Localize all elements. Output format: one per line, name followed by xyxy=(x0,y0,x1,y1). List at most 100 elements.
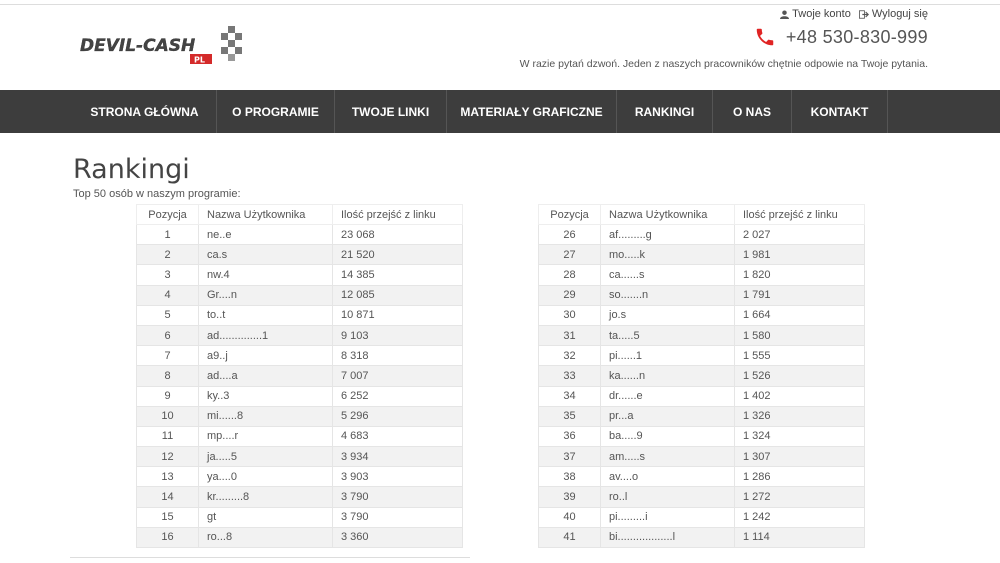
column-header-clicks: Ilość przejść z linku xyxy=(332,204,463,225)
cell-clicks: 9 103 xyxy=(332,324,463,347)
column-header-clicks: Ilość przejść z linku xyxy=(734,204,865,225)
column-header-position: Pozycja xyxy=(136,204,199,225)
phone-icon xyxy=(756,28,774,46)
table-row: 28 ca......s 1 820 xyxy=(538,264,865,286)
cell-position: 16 xyxy=(136,526,199,549)
ranking-table-right: Pozycja Nazwa Użytkownika Ilość przejść … xyxy=(538,204,865,549)
account-link[interactable]: Twoje konto xyxy=(780,8,851,20)
cell-clicks: 3 903 xyxy=(332,466,463,488)
cell-username: ad....a xyxy=(198,365,333,387)
table-row: 1 ne..e 23 068 xyxy=(136,223,463,246)
logout-link[interactable]: Wyloguj się xyxy=(858,8,928,20)
cell-username: mi......8 xyxy=(198,405,333,427)
table-row: 40 pi.........i 1 242 xyxy=(538,506,865,528)
cell-position: 36 xyxy=(538,425,601,448)
cell-clicks: 6 252 xyxy=(332,385,463,407)
table-row: 29 so.......n 1 791 xyxy=(538,284,865,306)
cell-clicks: 3 360 xyxy=(332,526,463,549)
cell-username: av....o xyxy=(600,466,735,488)
table-row: 12 ja.....5 3 934 xyxy=(136,446,463,468)
cell-username: gt xyxy=(198,506,333,528)
table-row: 13 ya....0 3 903 xyxy=(136,466,463,488)
table-row: 31 ta.....5 1 580 xyxy=(538,324,865,347)
cell-username: dr......e xyxy=(600,385,735,407)
cell-position: 30 xyxy=(538,304,601,326)
cell-username: mo.....k xyxy=(600,244,735,266)
cell-username: ka......n xyxy=(600,365,735,387)
page-subtitle: Top 50 osób w naszym programie: xyxy=(73,188,241,200)
nav-item-home[interactable]: STRONA GŁÓWNA xyxy=(73,90,217,133)
logo[interactable]: DEVIL-CASH PL xyxy=(78,24,248,68)
table-header-row: Pozycja Nazwa Użytkownika Ilość przejść … xyxy=(136,204,463,225)
nav-item-contact[interactable]: KONTAKT xyxy=(792,90,888,133)
table-row: 34 dr......e 1 402 xyxy=(538,385,865,407)
cell-position: 5 xyxy=(136,304,199,326)
cell-clicks: 10 871 xyxy=(332,304,463,326)
cell-clicks: 3 790 xyxy=(332,506,463,528)
phone-block: +48 530-830-999 xyxy=(754,26,928,48)
account-links: Twoje konto Wyloguj się xyxy=(780,8,928,20)
page-title: Rankingi xyxy=(73,154,190,185)
cell-username: so.......n xyxy=(600,284,735,306)
cell-position: 29 xyxy=(538,284,601,306)
cell-clicks: 1 580 xyxy=(734,324,865,347)
cell-clicks: 12 085 xyxy=(332,284,463,306)
cell-clicks: 3 790 xyxy=(332,486,463,508)
cell-clicks: 1 402 xyxy=(734,385,865,407)
cell-username: ne..e xyxy=(198,223,333,246)
cell-username: ca.s xyxy=(198,244,333,266)
table-row: 15 gt 3 790 xyxy=(136,506,463,528)
table-row: 27 mo.....k 1 981 xyxy=(538,244,865,266)
cell-username: ja.....5 xyxy=(198,446,333,468)
table-row: 35 pr...a 1 326 xyxy=(538,405,865,427)
table-row: 10 mi......8 5 296 xyxy=(136,405,463,427)
cell-position: 41 xyxy=(538,526,601,549)
nav-item-graphics[interactable]: MATERIAŁY GRAFICZNE xyxy=(447,90,617,133)
table-row: 8 ad....a 7 007 xyxy=(136,365,463,387)
table-row: 11 mp....r 4 683 xyxy=(136,425,463,448)
cell-position: 33 xyxy=(538,365,601,387)
table-row: 36 ba.....9 1 324 xyxy=(538,425,865,448)
table-row: 30 jo.s 1 664 xyxy=(538,304,865,326)
cell-username: a9..j xyxy=(198,345,333,367)
cell-username: ca......s xyxy=(600,264,735,286)
table-row: 38 av....o 1 286 xyxy=(538,466,865,488)
nav-item-about-us[interactable]: O NAS xyxy=(713,90,792,133)
cell-username: ro..l xyxy=(600,486,735,508)
cell-username: pr...a xyxy=(600,405,735,427)
table-row: 3 nw.4 14 385 xyxy=(136,264,463,286)
table-row: 32 pi......1 1 555 xyxy=(538,345,865,367)
phone-number[interactable]: +48 530-830-999 xyxy=(786,27,928,48)
cell-position: 15 xyxy=(136,506,199,528)
cell-username: bi..................l xyxy=(600,526,735,549)
cell-username: pi......1 xyxy=(600,345,735,367)
cell-clicks: 1 791 xyxy=(734,284,865,306)
cell-position: 35 xyxy=(538,405,601,427)
cell-clicks: 2 027 xyxy=(734,223,865,246)
cell-username: Gr....n xyxy=(198,284,333,306)
table-row: 6 ad..............1 9 103 xyxy=(136,324,463,347)
user-icon xyxy=(780,9,790,19)
footer-divider xyxy=(70,557,470,558)
logout-label: Wyloguj się xyxy=(871,8,928,20)
cell-username: nw.4 xyxy=(198,264,333,286)
cell-clicks: 3 934 xyxy=(332,446,463,468)
nav-item-your-links[interactable]: TWOJE LINKI xyxy=(335,90,447,133)
ranking-table-left-body: 1 ne..e 23 068 2 ca.s 21 520 3 nw.4 14 385 4 Gr...… xyxy=(136,223,463,549)
cell-username: am.....s xyxy=(600,446,735,468)
nav-item-about-program[interactable]: O PROGRAMIE xyxy=(217,90,335,133)
cell-clicks: 1 324 xyxy=(734,425,865,448)
column-header-position: Pozycja xyxy=(538,204,601,225)
cell-username: ta.....5 xyxy=(600,324,735,347)
cell-position: 10 xyxy=(136,405,199,427)
cell-position: 9 xyxy=(136,385,199,407)
cell-position: 34 xyxy=(538,385,601,407)
table-row: 7 a9..j 8 318 xyxy=(136,345,463,367)
cell-position: 13 xyxy=(136,466,199,488)
nav-item-rankings[interactable]: RANKINGI xyxy=(617,90,713,133)
cell-username: to..t xyxy=(198,304,333,326)
cell-clicks: 1 555 xyxy=(734,345,865,367)
table-row: 37 am.....s 1 307 xyxy=(538,446,865,468)
cell-clicks: 8 318 xyxy=(332,345,463,367)
cell-clicks: 1 114 xyxy=(734,526,865,549)
